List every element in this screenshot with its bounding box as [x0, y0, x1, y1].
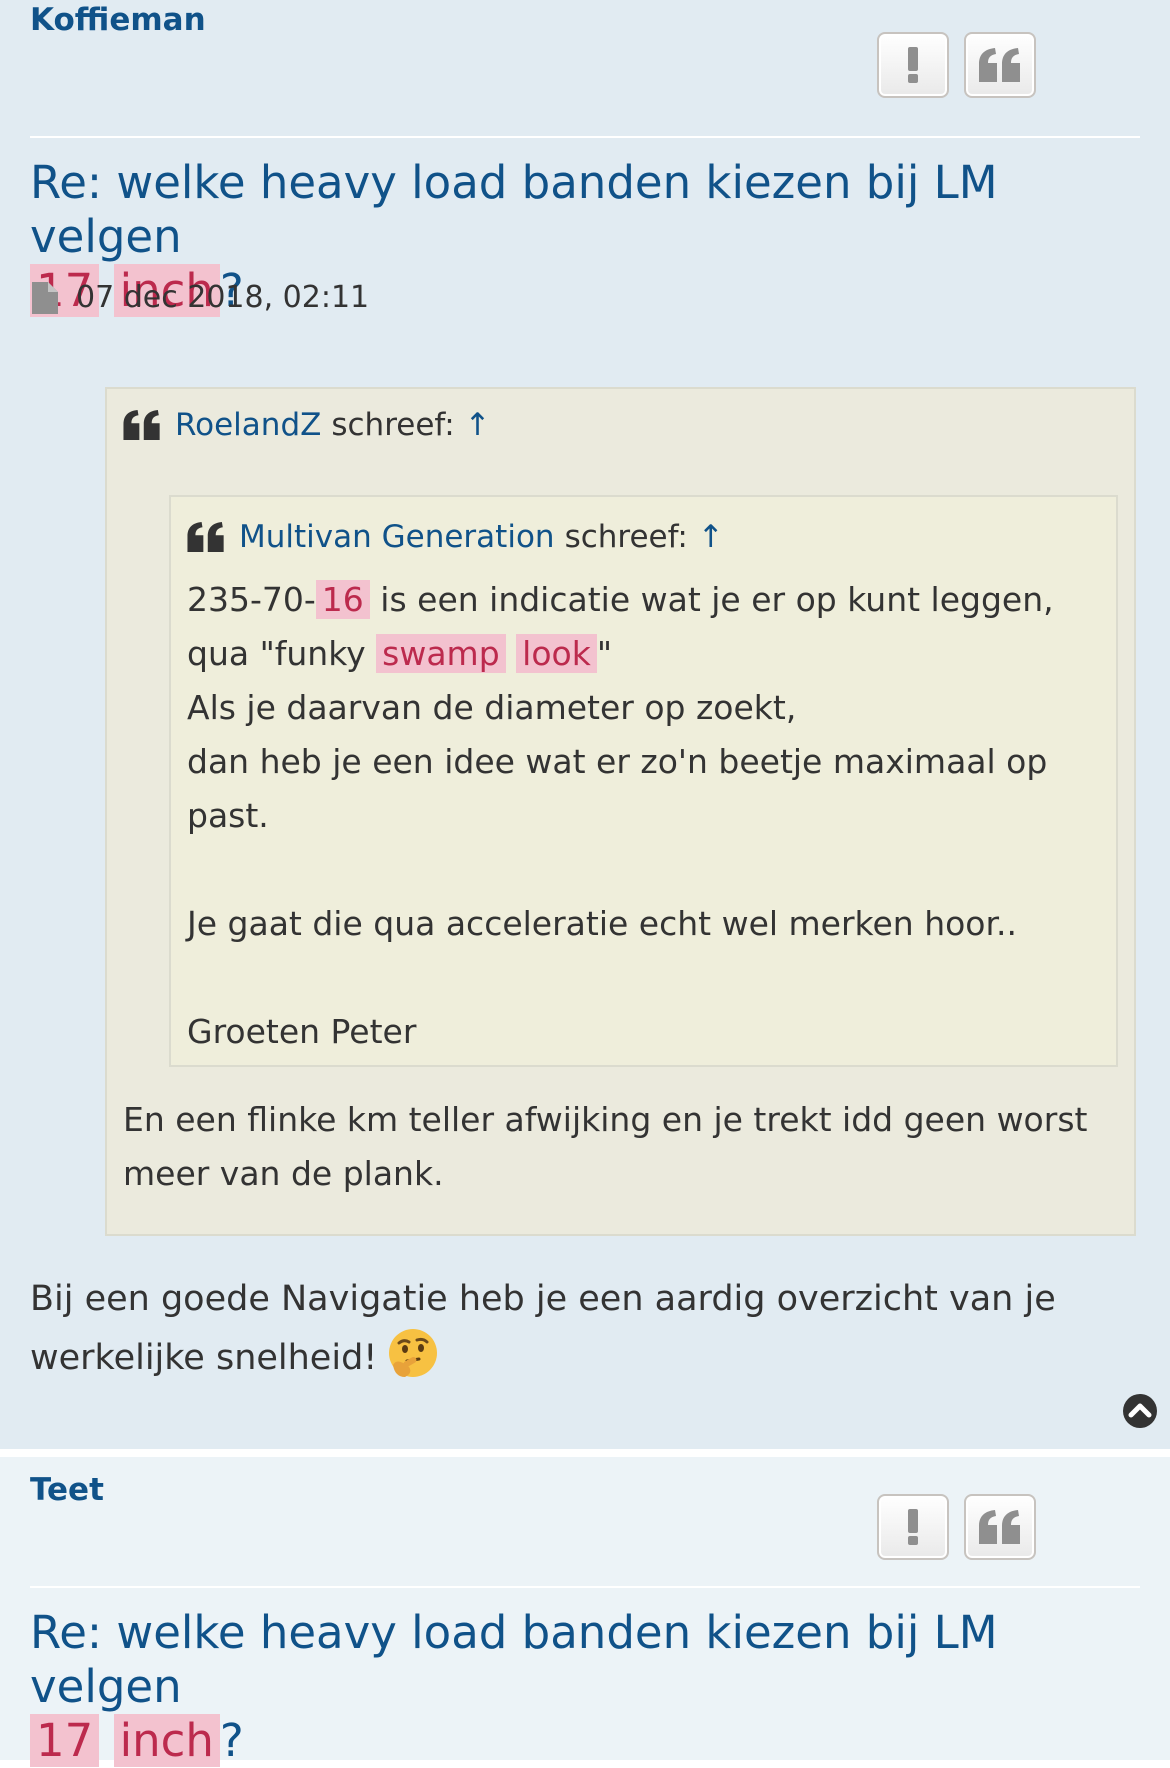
exclamation-icon	[908, 47, 918, 83]
quote-author-link[interactable]: RoelandZ	[175, 407, 321, 443]
nested-quote-wrote-label: schreef:	[564, 519, 688, 555]
quote-line: 235-70- 16 is een indicatie wat je er op …	[187, 573, 1087, 627]
exclamation-icon	[908, 1509, 918, 1545]
document-icon[interactable]	[32, 281, 58, 314]
report-button[interactable]	[877, 1494, 949, 1560]
search-highlight: look	[516, 634, 597, 673]
quote-citation: RoelandZ schreef: ↑	[123, 407, 491, 443]
nested-quote-source-arrow[interactable]: ↑	[698, 519, 724, 555]
search-highlight: 16	[315, 580, 370, 619]
quote-icon	[979, 48, 1020, 82]
nested-quote-text: 235-70- 16 is een indicatie wat je er op …	[187, 573, 1087, 1059]
quote-text-fragment: 235-70-	[187, 580, 316, 619]
search-highlight: inch	[113, 1714, 220, 1767]
title-suffix: ?	[219, 1714, 244, 1767]
post-meta: 07 dec 2018, 02:11	[32, 280, 369, 315]
title-text: Re: welke heavy load banden kiezen bij L…	[30, 156, 998, 263]
search-highlight: swamp	[376, 634, 506, 673]
nested-quote-block: Multivan Generation schreef: ↑ 235-70- 16…	[169, 495, 1118, 1067]
post-teet: Teet Re: welke heavy load banden kiezen …	[0, 1457, 1170, 1767]
nested-quote-citation: Multivan Generation schreef: ↑	[187, 519, 724, 555]
quote-button[interactable]	[964, 1494, 1036, 1560]
quote-icon	[123, 410, 160, 440]
search-highlight: 17	[30, 1714, 100, 1767]
quote-wrote-label: schreef:	[331, 407, 455, 443]
post-koffieman: Koffieman Re: welke heavy load banden ki…	[0, 0, 1170, 1449]
quote-text-fragment: qua "funky	[187, 634, 377, 673]
back-to-top-icon[interactable]	[1122, 1393, 1158, 1429]
quote-text-fragment: "	[596, 634, 613, 673]
post-title[interactable]: Re: welke heavy load banden kiezen bij L…	[30, 1606, 1140, 1768]
post-body: Bij een goede Navigatie heb je een aardi…	[30, 1271, 1140, 1386]
nested-quote-author-link[interactable]: Multivan Generation	[239, 519, 555, 555]
post-author-link[interactable]: Teet	[30, 1472, 104, 1508]
quote-icon	[187, 522, 224, 552]
post-divider	[30, 1586, 1140, 1588]
quote-icon	[979, 1510, 1020, 1544]
quote-text: En een flinke km teller afwijking en je …	[123, 1100, 1088, 1193]
post-body-text: Bij een goede Navigatie heb je een aardi…	[30, 1279, 1056, 1378]
quote-button[interactable]	[964, 32, 1036, 98]
quote-signature: Groeten Peter	[187, 1012, 417, 1051]
title-text: Re: welke heavy load banden kiezen bij L…	[30, 1606, 998, 1713]
post-author-link[interactable]: Koffieman	[30, 2, 206, 38]
quote-line: Als je daarvan de diameter op zoekt,	[187, 688, 797, 727]
quote-line: dan heb je een idee wat er zo'n beetje m…	[187, 742, 1048, 835]
quote-line: qua "funky swamp look "	[187, 627, 1087, 681]
quote-source-arrow[interactable]: ↑	[465, 407, 491, 443]
quote-text-fragment: is een indicatie wat je er op kunt legge…	[369, 580, 1054, 619]
report-button[interactable]	[877, 32, 949, 98]
quote-block: RoelandZ schreef: ↑ Multivan Generation …	[105, 387, 1136, 1236]
post-date: 07 dec 2018, 02:11	[76, 280, 370, 315]
post-divider	[30, 136, 1140, 138]
thinking-face-emoji	[389, 1329, 438, 1377]
quote-line: Je gaat die qua acceleratie echt wel mer…	[187, 904, 1018, 943]
